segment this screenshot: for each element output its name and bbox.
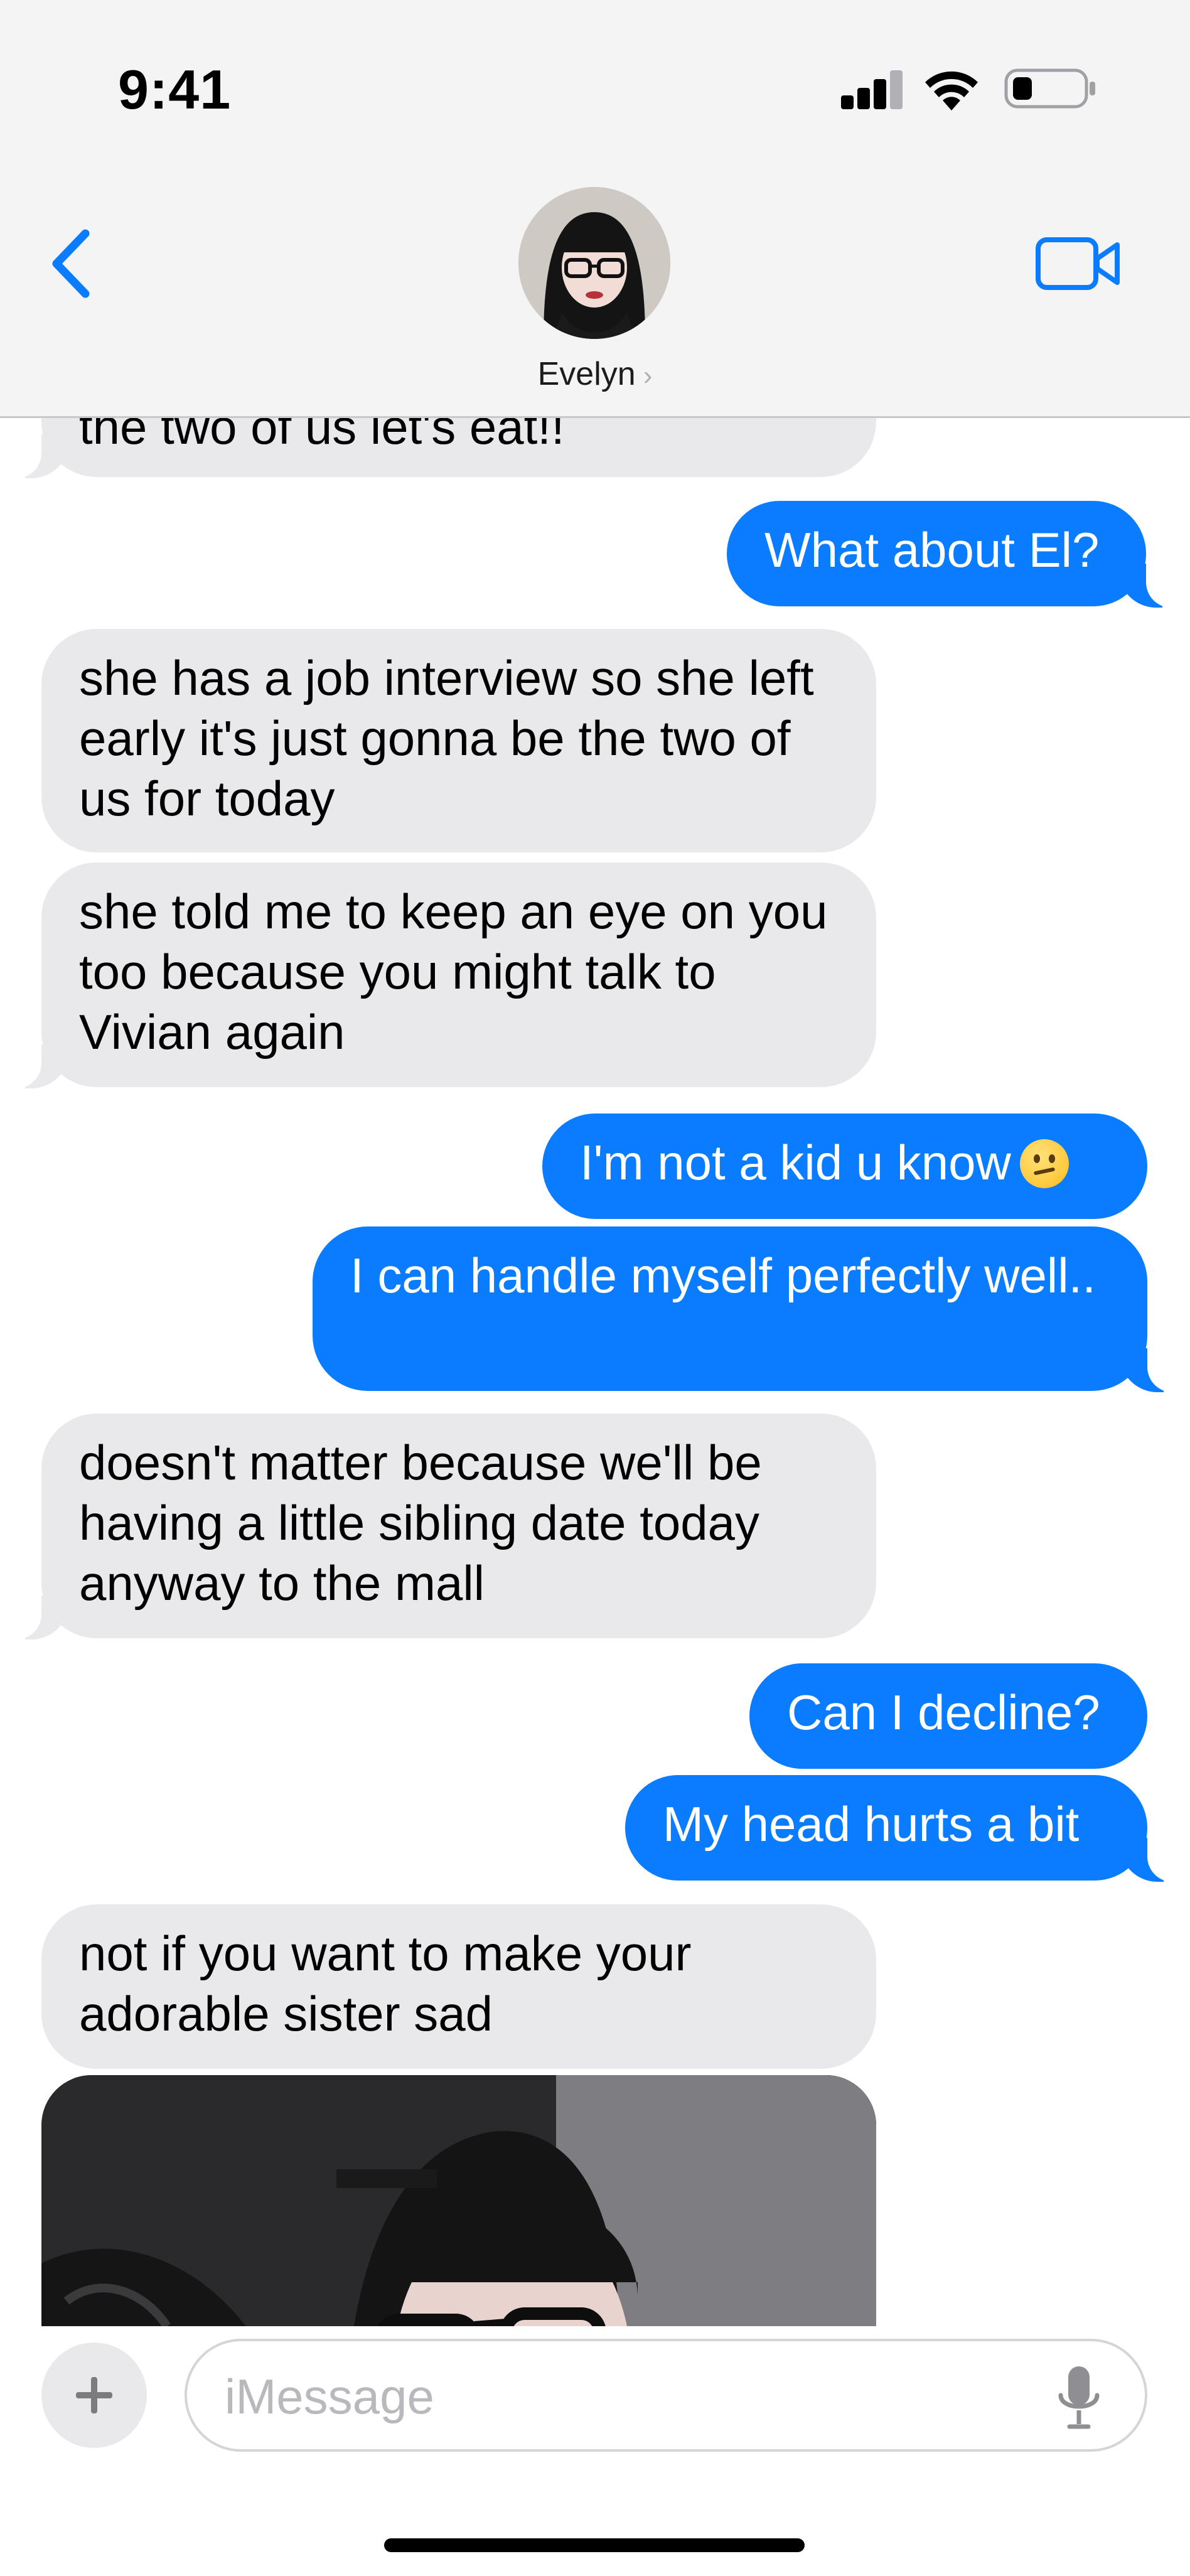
message-input[interactable] [225, 2366, 1041, 2427]
message-list[interactable]: the two of us let's eat!! What about El?… [0, 418, 1190, 2326]
video-call-icon[interactable] [1034, 232, 1122, 295]
contact-avatar[interactable] [518, 187, 670, 339]
confused-face-emoji-icon [1019, 1139, 1069, 1188]
message-sent[interactable]: My head hurts a bit [625, 1775, 1182, 1882]
message-received[interactable]: the two of us let's eat!! [6, 418, 876, 478]
message-text: My head hurts a bit [663, 1796, 1080, 1852]
message-text: doesn't matter because we'll be having a… [79, 1435, 762, 1611]
message-sent[interactable]: What about El? [727, 501, 1181, 608]
message-text: Can I decline? [787, 1685, 1100, 1740]
message-text: she told me to keep an eye on you too be… [79, 884, 828, 1060]
message-input-container[interactable] [185, 2339, 1147, 2452]
message-received[interactable]: not if you want to make your adorable si… [41, 1904, 876, 2069]
message-received[interactable]: she told me to keep an eye on you too be… [6, 862, 876, 1088]
message-sent[interactable]: I'm not a kid u know [542, 1114, 1147, 1219]
contact-name-label: Evelyn [537, 356, 636, 392]
message-text: I can handle myself perfectly well.. [350, 1248, 1096, 1303]
microphone-icon[interactable] [1057, 2364, 1101, 2432]
wifi-icon [925, 71, 978, 110]
conversation-header: 9:41 Evelyn › [0, 0, 1190, 418]
home-indicator[interactable] [384, 2538, 805, 2552]
photo-message[interactable] [41, 2075, 876, 2326]
message-sent[interactable]: Can I decline? [749, 1663, 1147, 1769]
message-text: the two of us let's eat!! [79, 418, 565, 454]
add-attachment-button[interactable] [41, 2343, 147, 2448]
message-sent[interactable]: I can handle myself perfectly well.. [313, 1226, 1182, 1392]
message-received[interactable]: she has a job interview so she left earl… [41, 629, 876, 852]
photo-image [41, 2075, 876, 2326]
avatar-portrait [518, 187, 670, 339]
message-text: What about El? [764, 522, 1100, 577]
message-text: I'm not a kid u know [580, 1135, 1011, 1190]
status-time: 9:41 [118, 58, 232, 121]
message-received[interactable]: doesn't matter because we'll be having a… [6, 1414, 876, 1640]
chevron-right-icon: › [643, 360, 653, 391]
battery-icon [1004, 68, 1095, 109]
contact-name[interactable]: Evelyn › [0, 355, 1190, 393]
back-chevron-icon[interactable] [44, 226, 100, 301]
message-text: not if you want to make your adorable si… [79, 1926, 692, 2041]
message-text: she has a job interview so she left earl… [79, 650, 814, 826]
plus-icon-vertical [91, 2377, 97, 2413]
cellular-signal-icon [841, 69, 904, 109]
